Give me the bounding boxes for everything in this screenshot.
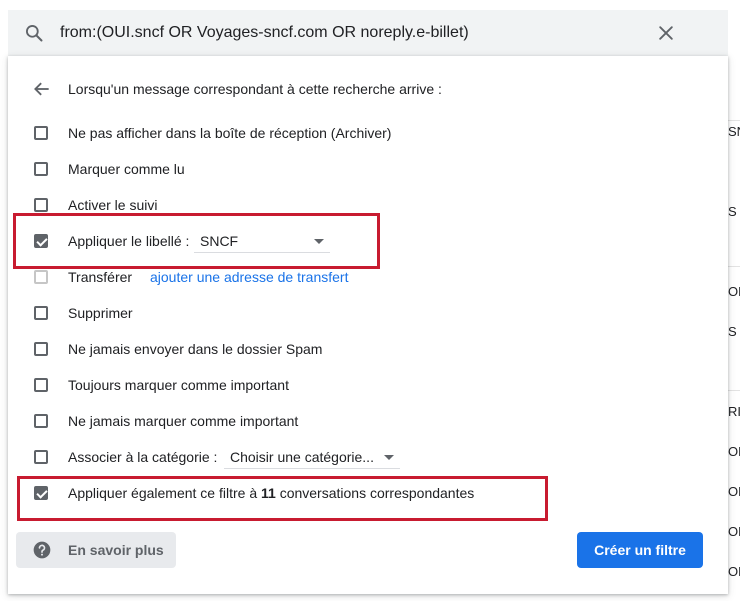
list-item: OB bbox=[728, 444, 740, 459]
checkbox[interactable] bbox=[34, 378, 48, 392]
list-item: S bbox=[728, 324, 737, 339]
background-email-list: SN S OB S RIS OB OB OB OB bbox=[728, 0, 740, 601]
option-label: Associer à la catégorie : bbox=[68, 449, 218, 465]
option-label: Marquer comme lu bbox=[68, 161, 185, 177]
list-item: OB bbox=[728, 564, 740, 579]
option-skip-inbox[interactable]: Ne pas afficher dans la boîte de récepti… bbox=[32, 124, 432, 144]
create-filter-button[interactable]: Créer un filtre bbox=[577, 532, 703, 568]
checkbox[interactable] bbox=[34, 162, 48, 176]
option-never-spam[interactable]: Ne jamais envoyer dans le dossier Spam bbox=[32, 340, 372, 360]
option-always-important[interactable]: Toujours marquer comme important bbox=[32, 376, 332, 396]
list-item: SN bbox=[728, 124, 740, 139]
search-bar[interactable]: from:(OUI.sncf OR Voyages-sncf.com OR no… bbox=[8, 10, 728, 56]
search-input[interactable]: from:(OUI.sncf OR Voyages-sncf.com OR no… bbox=[60, 24, 469, 42]
learn-more-label: En savoir plus bbox=[68, 542, 164, 558]
checkbox[interactable] bbox=[34, 414, 48, 428]
checkbox[interactable] bbox=[34, 198, 48, 212]
option-delete[interactable]: Supprimer bbox=[32, 304, 232, 324]
option-label: Supprimer bbox=[68, 305, 133, 321]
list-row-divider bbox=[728, 266, 740, 267]
highlight-box bbox=[13, 213, 380, 269]
chevron-down-icon bbox=[384, 455, 394, 460]
option-never-important[interactable]: Ne jamais marquer comme important bbox=[32, 412, 332, 432]
close-icon[interactable] bbox=[656, 23, 676, 43]
category-select[interactable]: Choisir une catégorie... bbox=[224, 446, 400, 469]
learn-more-button[interactable]: En savoir plus bbox=[16, 532, 176, 568]
option-label: Ne jamais envoyer dans le dossier Spam bbox=[68, 341, 323, 357]
checkbox-disabled bbox=[34, 270, 48, 284]
list-row-divider bbox=[728, 390, 740, 391]
list-item: S bbox=[728, 204, 737, 219]
option-category[interactable]: Associer à la catégorie : Choisir une ca… bbox=[32, 446, 412, 469]
option-label: Toujours marquer comme important bbox=[68, 377, 289, 393]
search-icon[interactable] bbox=[24, 23, 44, 43]
arrow-back-icon[interactable] bbox=[32, 79, 52, 99]
list-item: RIS bbox=[728, 404, 740, 419]
category-select-value: Choisir une catégorie... bbox=[230, 449, 374, 465]
highlight-box bbox=[17, 476, 548, 521]
filter-options-panel: Lorsqu'un message correspondant à cette … bbox=[8, 56, 728, 594]
list-item: OB bbox=[728, 524, 740, 539]
option-label: Ne jamais marquer comme important bbox=[68, 413, 299, 429]
checkbox[interactable] bbox=[34, 342, 48, 356]
option-forward[interactable]: Transférer ajouter une adresse de transf… bbox=[32, 268, 392, 288]
checkbox[interactable] bbox=[34, 306, 48, 320]
option-label: Ne pas afficher dans la boîte de récepti… bbox=[68, 125, 392, 141]
option-label: Activer le suivi bbox=[68, 197, 158, 213]
checkbox[interactable] bbox=[34, 450, 48, 464]
help-icon bbox=[33, 541, 51, 559]
option-mark-read[interactable]: Marquer comme lu bbox=[32, 160, 232, 180]
create-filter-label: Créer un filtre bbox=[594, 542, 686, 558]
checkbox[interactable] bbox=[34, 126, 48, 140]
list-row-divider bbox=[728, 120, 740, 121]
list-item: OB bbox=[728, 284, 740, 299]
option-label: Transférer bbox=[68, 269, 133, 285]
list-item: OB bbox=[728, 484, 740, 499]
panel-header: Lorsqu'un message correspondant à cette … bbox=[68, 81, 442, 97]
add-forwarding-address-link[interactable]: ajouter une adresse de transfert bbox=[150, 269, 348, 285]
